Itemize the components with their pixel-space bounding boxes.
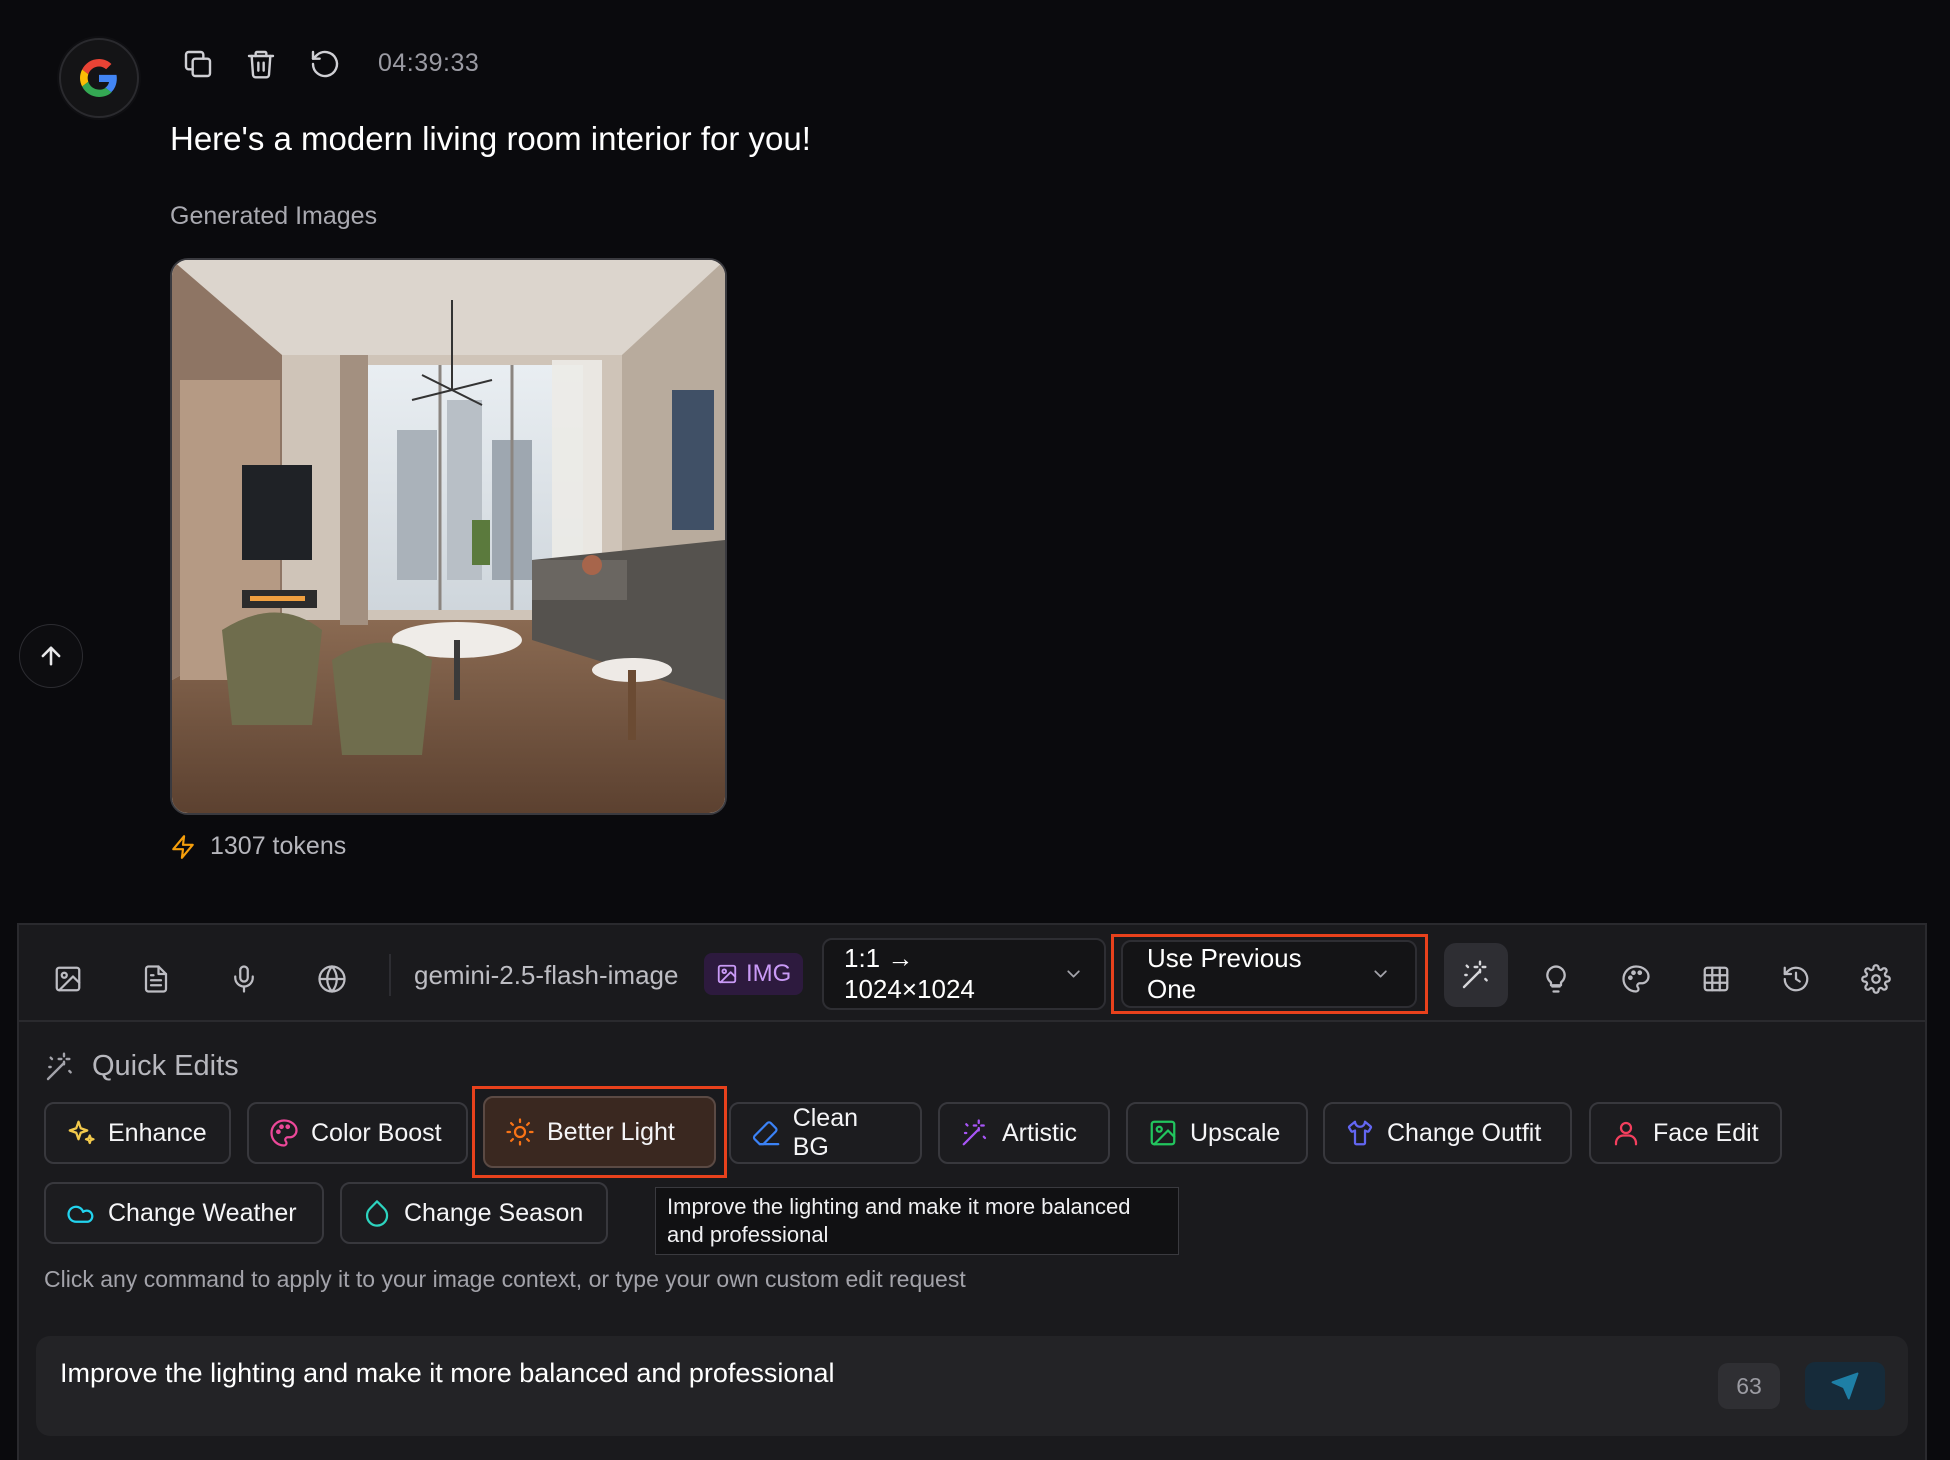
google-g-icon: [80, 59, 117, 97]
attach-image-button[interactable]: [44, 955, 92, 1003]
chip-label: Color Boost: [311, 1118, 442, 1147]
aspect-ratio-value: 1:1 → 1024×1024: [844, 943, 975, 1004]
quick-edit-change-weather[interactable]: Change Weather: [44, 1182, 324, 1244]
settings-icon: [1861, 964, 1891, 994]
living-room-image: [172, 260, 725, 813]
grid-layout-button[interactable]: [1692, 955, 1740, 1003]
chip-label: Clean BG: [792, 1104, 859, 1161]
eraser-icon: [752, 1121, 780, 1146]
delete-button[interactable]: [243, 46, 279, 82]
image-icon: [717, 964, 737, 984]
message-timestamp: 04:39:33: [378, 49, 480, 77]
chevron-down-icon: [1067, 970, 1080, 978]
toolbar-divider: [19, 1020, 1925, 1022]
assistant-avatar: [59, 38, 139, 118]
aspect-ratio-select[interactable]: 1:1 → 1024×1024: [822, 938, 1106, 1010]
assistant-message-text: Here's a modern living room interior for…: [170, 120, 811, 157]
quick-edit-color-boost[interactable]: Color Boost: [247, 1102, 468, 1164]
chevron-down-icon: [1374, 970, 1387, 978]
chip-label: Upscale: [1190, 1118, 1281, 1147]
quick-edit-better-light[interactable]: Better Light: [483, 1096, 716, 1168]
character-count: 63: [1718, 1363, 1780, 1409]
scroll-to-top-button[interactable]: [19, 624, 83, 688]
chip-label: Enhance: [108, 1118, 207, 1147]
generated-images-label: Generated Images: [170, 202, 378, 230]
quick-edit-upscale[interactable]: Upscale: [1126, 1102, 1308, 1164]
copy-icon: [184, 50, 212, 78]
context-mode-select[interactable]: Use Previous One: [1121, 940, 1417, 1008]
quick-edits-hint: Click any command to apply it to your im…: [44, 1266, 966, 1292]
send-icon: [1831, 1372, 1859, 1400]
img-mode-badge[interactable]: IMG: [704, 953, 804, 995]
shirt-icon: [1347, 1120, 1373, 1146]
chip-label: Better Light: [547, 1117, 675, 1146]
chip-label: Face Edit: [1653, 1118, 1759, 1147]
quick-edits-title: Quick Edits: [92, 1050, 239, 1082]
chip-label: Artistic: [1002, 1118, 1077, 1147]
palette-icon: [270, 1119, 298, 1147]
copy-button[interactable]: [180, 46, 216, 82]
globe-icon: [318, 965, 346, 993]
quick-edit-artistic[interactable]: Artistic: [938, 1102, 1110, 1164]
magic-wand-icon: [1462, 960, 1488, 989]
sun-icon: [506, 1118, 534, 1146]
file-text-icon: [144, 965, 168, 993]
trash-icon: [247, 50, 275, 79]
quick-edit-clean-bg[interactable]: Clean BG: [729, 1102, 922, 1164]
mic-icon: [234, 965, 254, 993]
arrow-up-icon: [41, 646, 61, 666]
ideas-button[interactable]: [1532, 955, 1580, 1003]
voice-input-button[interactable]: [220, 955, 268, 1003]
model-selector[interactable]: gemini-2.5-flash-image: [414, 960, 678, 991]
attach-file-button[interactable]: [132, 955, 180, 1003]
quick-edits-toggle-button[interactable]: [1444, 943, 1508, 1007]
quick-edit-tooltip: Improve the lighting and make it more ba…: [655, 1187, 1179, 1255]
context-mode-value: Use Previous One: [1147, 943, 1302, 1004]
magic-wand-icon: [46, 1051, 72, 1080]
style-palette-button[interactable]: [1612, 955, 1660, 1003]
token-usage: 1307 tokens: [170, 832, 346, 861]
chip-label: Change Weather: [108, 1198, 297, 1227]
rotate-ccw-icon: [311, 50, 339, 78]
settings-button[interactable]: [1852, 955, 1900, 1003]
quick-edit-enhance[interactable]: Enhance: [44, 1102, 231, 1164]
lightning-icon: [172, 834, 194, 859]
img-badge-label: IMG: [746, 960, 792, 987]
chip-label: Change Season: [404, 1198, 584, 1227]
prompt-input-value[interactable]: Improve the lighting and make it more ba…: [60, 1358, 834, 1389]
quick-edit-change-season[interactable]: Change Season: [340, 1182, 608, 1244]
user-icon: [1614, 1121, 1638, 1146]
history-icon: [1783, 966, 1809, 992]
lightbulb-icon: [1546, 965, 1566, 993]
quick-edit-change-outfit[interactable]: Change Outfit: [1323, 1102, 1572, 1164]
toolbar-separator: [389, 954, 391, 996]
send-button[interactable]: [1805, 1362, 1885, 1410]
palette-icon: [1622, 965, 1650, 993]
wand-icon: [962, 1119, 987, 1146]
grid-icon: [1703, 966, 1729, 992]
cloud-icon: [67, 1205, 94, 1223]
web-search-button[interactable]: [308, 955, 356, 1003]
chip-label: Change Outfit: [1387, 1118, 1542, 1147]
token-count: 1307 tokens: [210, 832, 347, 860]
generated-image[interactable]: [170, 258, 727, 815]
quick-edits-header: Quick Edits: [44, 1050, 239, 1083]
history-button[interactable]: [1772, 955, 1820, 1003]
image-icon: [1150, 1120, 1176, 1146]
regenerate-button[interactable]: [307, 46, 343, 82]
droplet-icon: [365, 1200, 389, 1227]
sparkles-icon: [68, 1120, 95, 1145]
quick-edit-face-edit[interactable]: Face Edit: [1589, 1102, 1782, 1164]
image-icon: [55, 966, 81, 992]
